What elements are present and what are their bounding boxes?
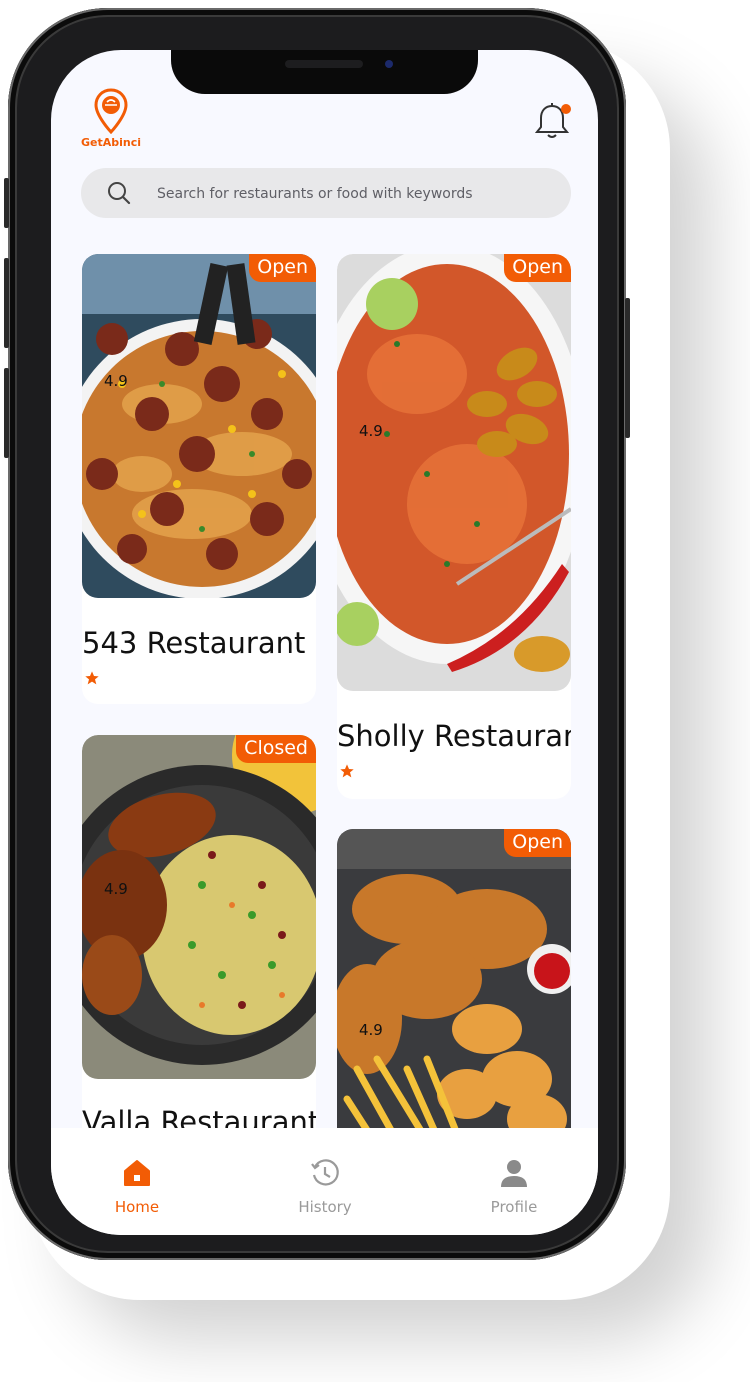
restaurant-name: Sholly Restaurant xyxy=(337,719,571,753)
brand-name: GetAbinci xyxy=(81,136,142,149)
location-pin-icon xyxy=(94,88,128,134)
bottom-nav: Home History Profile xyxy=(51,1128,598,1235)
phone-notch xyxy=(171,50,478,94)
phone-mute-switch xyxy=(4,178,9,228)
rating-value: 4.9 xyxy=(359,422,383,440)
phone-power-button xyxy=(625,298,630,438)
app-logo[interactable]: GetAbinci xyxy=(81,88,141,150)
restaurant-photo: 4.9 Open xyxy=(82,254,316,598)
tab-history[interactable]: History xyxy=(265,1158,385,1216)
front-camera xyxy=(385,60,393,68)
fried-chicken-fries-image xyxy=(337,829,571,1169)
tab-profile[interactable]: Profile xyxy=(454,1158,574,1216)
rating-value: 4.9 xyxy=(104,880,128,898)
tab-profile-label: Profile xyxy=(490,1198,538,1216)
search-bar[interactable] xyxy=(81,168,571,220)
jollof-rice-plantain-image xyxy=(337,254,571,691)
star-icon xyxy=(340,764,354,778)
restaurant-card[interactable]: 4.9 Open 543 Restaurant xyxy=(82,254,316,704)
speaker-grille xyxy=(285,60,363,68)
restaurant-photo: 4.9 Open xyxy=(337,254,571,691)
phone-frame: GetAbinci Search for restaurants or food… xyxy=(4,8,630,1260)
restaurant-card[interactable]: 4.9 Open Sholly Restaurant xyxy=(337,254,571,799)
status-badge: Closed xyxy=(236,735,316,763)
tab-home-label: Home xyxy=(114,1198,160,1216)
restaurant-card[interactable]: 4.9 Closed Valla Restaurant xyxy=(82,735,316,1185)
home-icon xyxy=(124,1160,150,1186)
status-badge: Open xyxy=(504,829,571,857)
restaurant-photo: 4.9 Open xyxy=(337,829,571,1169)
restaurant-name: 543 Restaurant xyxy=(82,626,306,660)
profile-icon xyxy=(501,1160,527,1187)
star-icon xyxy=(85,671,99,685)
notification-button[interactable] xyxy=(534,102,571,140)
rating-value: 4.9 xyxy=(104,372,128,390)
search-icon xyxy=(108,182,131,205)
search-input[interactable] xyxy=(155,168,559,220)
spaghetti-meatballs-image xyxy=(82,254,316,598)
rating-value: 4.9 xyxy=(359,1021,383,1039)
app-screen: GetAbinci Search for restaurants or food… xyxy=(51,50,598,1235)
unread-indicator xyxy=(561,104,571,114)
tab-history-label: History xyxy=(298,1198,352,1216)
phone-volume-down xyxy=(4,368,9,458)
phone-volume-up xyxy=(4,258,9,348)
status-badge: Open xyxy=(504,254,571,282)
tab-home[interactable]: Home xyxy=(77,1158,197,1216)
fried-rice-chicken-image xyxy=(82,735,316,1079)
history-icon xyxy=(311,1159,339,1186)
status-badge: Open xyxy=(249,254,316,282)
restaurant-photo: 4.9 Closed xyxy=(82,735,316,1079)
